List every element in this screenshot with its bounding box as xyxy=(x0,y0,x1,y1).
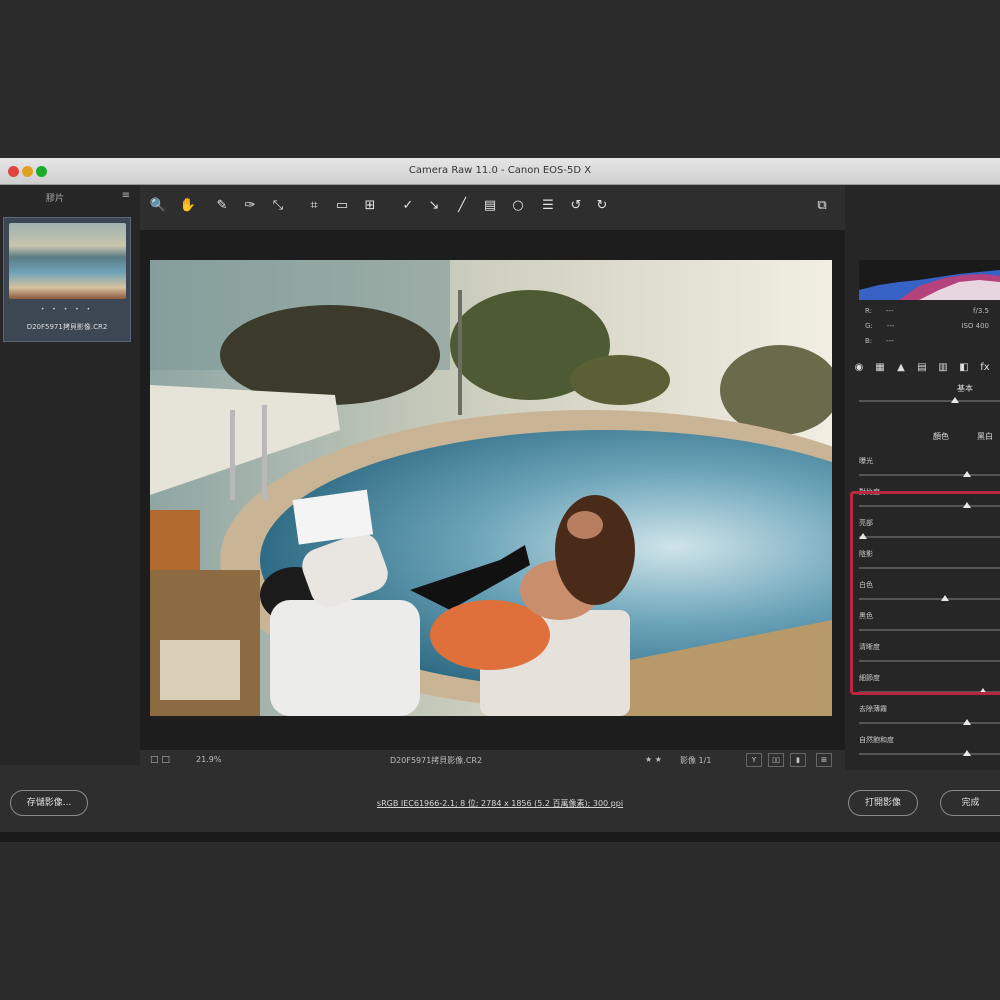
preview-file-name: D20F5971拷貝影像.CR2 xyxy=(390,756,483,765)
filmstrip-panel: 膠片 ≡ • • • • • D20F5971拷貝影像.CR2 xyxy=(0,185,140,765)
hand-tool-icon[interactable]: ✋ xyxy=(178,195,198,217)
bottom-bar: 存儲影像... sRGB IEC61966-2.1; 8 位; 2784 x 1… xyxy=(0,770,1000,832)
zoom-buttons[interactable]: □ □ xyxy=(150,755,170,765)
rotate-cw-tool-icon[interactable]: ↻ xyxy=(592,195,612,217)
panel-tabs: ◉ ▦ ▲ ▤ ▥ ◧ fx xyxy=(851,360,1000,380)
rgb-row: B: --- xyxy=(865,337,995,345)
treatment-color-option[interactable]: 顏色 xyxy=(933,431,949,442)
adjustment-panel: R: --- f/3.5 G: --- ISO 400 B: --- ◉ ▦ ▲ ▤ ▥ ◧ fx 基本 … xyxy=(845,185,1000,770)
image-count: 影像 1/1 xyxy=(680,756,712,765)
treatment-bw-option[interactable]: 黑白 xyxy=(977,431,993,442)
crop-tool-icon[interactable]: ⌗ xyxy=(304,195,324,217)
red-eye-tool-icon[interactable]: ↘ xyxy=(424,195,444,217)
view-mode-button-1[interactable]: Y xyxy=(746,753,762,767)
view-mode-button-4[interactable]: ⊞ xyxy=(816,753,832,767)
section-title: 基本 xyxy=(957,384,973,393)
thumbnail-file-name: D20F5971拷貝影像.CR2 xyxy=(26,323,108,331)
slider-track[interactable] xyxy=(859,719,1000,725)
histogram xyxy=(859,260,1000,300)
adjustment-brush-tool-icon[interactable]: ╱ xyxy=(452,195,472,217)
targeted-adjustment-tool-icon[interactable]: ⤡ xyxy=(268,195,288,217)
thumbnail-rating[interactable]: • • • • • xyxy=(4,306,130,313)
filmstrip-menu-icon[interactable]: ≡ xyxy=(122,190,130,201)
title-bar: Camera Raw 11.0 - Canon EOS-5D X xyxy=(0,158,1000,185)
transform-tool-icon[interactable]: ⊞ xyxy=(360,195,380,217)
rgb-dash: --- xyxy=(886,307,894,315)
rgb-dash: --- xyxy=(886,337,894,345)
highlight-annotation xyxy=(850,491,1000,695)
toggle-fullscreen-icon[interactable]: ⧉ xyxy=(812,195,832,217)
filmstrip-header: 膠片 ≡ xyxy=(0,185,140,207)
radial-filter-tool-icon[interactable]: ○ xyxy=(508,195,528,217)
rgb-value: f/3.5 xyxy=(973,307,989,315)
zoom-tool-icon[interactable]: 🔍 xyxy=(148,195,168,217)
detail-tab-icon[interactable]: ▲ xyxy=(893,360,909,376)
window-bottom-edge xyxy=(0,832,1000,842)
basic-tab-icon[interactable]: ◉ xyxy=(851,360,867,376)
rgb-label: R: xyxy=(865,307,873,315)
open-image-button[interactable]: 打開影像 xyxy=(848,790,918,816)
slider-track[interactable] xyxy=(859,471,1000,477)
slider-label: 自然飽和度 xyxy=(859,736,894,744)
preferences-tool-icon[interactable]: ☰ xyxy=(538,195,558,217)
rating-nav[interactable]: ★ ★ xyxy=(645,755,662,764)
rotate-ccw-tool-icon[interactable]: ↺ xyxy=(566,195,586,217)
screen: Camera Raw 11.0 - Canon EOS-5D X 膠片 ≡ • … xyxy=(0,0,1000,1000)
zoom-level-select[interactable]: 21.9% xyxy=(196,755,221,764)
white-balance-tool-icon[interactable]: ✎ xyxy=(212,195,232,217)
hsl-tab-icon[interactable]: ▤ xyxy=(914,360,930,376)
graduated-filter-tool-icon[interactable]: ▤ xyxy=(480,195,500,217)
rgb-row: G: --- ISO 400 xyxy=(865,322,995,330)
slider-thumb[interactable] xyxy=(962,719,971,725)
slider-track[interactable] xyxy=(859,750,1000,756)
rgb-row: R: --- f/3.5 xyxy=(865,307,995,315)
slider-thumb[interactable] xyxy=(962,471,971,477)
image-preview xyxy=(140,230,845,750)
rgb-dash: --- xyxy=(886,322,895,330)
slider-thumb[interactable] xyxy=(962,750,971,756)
window-title: Camera Raw 11.0 - Canon EOS-5D X xyxy=(408,165,592,176)
rgb-value: ISO 400 xyxy=(961,322,989,330)
lens-tab-icon[interactable]: ◧ xyxy=(956,360,972,376)
rgb-label: G: xyxy=(865,322,873,330)
split-toning-tab-icon[interactable]: ▥ xyxy=(935,360,951,376)
done-button[interactable]: 完成 xyxy=(940,790,1000,816)
view-mode-button-3[interactable]: ▮ xyxy=(790,753,806,767)
preview-photo[interactable] xyxy=(150,260,832,716)
color-sampler-tool-icon[interactable]: ✑ xyxy=(240,195,260,217)
divider-marker-icon xyxy=(951,397,959,403)
preview-status-bar: □ □ 21.9% D20F5971拷貝影像.CR2 ★ ★ 影像 1/1 Y … xyxy=(140,752,845,770)
slider-label: 去除薄霧 xyxy=(859,705,887,713)
tone-curve-tab-icon[interactable]: ▦ xyxy=(872,360,888,376)
filmstrip-title: 膠片 xyxy=(46,194,65,204)
filmstrip-item[interactable]: • • • • • D20F5971拷貝影像.CR2 xyxy=(3,217,131,342)
slider-label: 曝光 xyxy=(859,457,873,465)
effects-tab-icon[interactable]: fx xyxy=(977,360,993,376)
straighten-tool-icon[interactable]: ▭ xyxy=(332,195,352,217)
section-divider xyxy=(859,397,1000,403)
camera-raw-window: Camera Raw 11.0 - Canon EOS-5D X 膠片 ≡ • … xyxy=(0,158,1000,842)
thumbnail-image xyxy=(9,223,126,299)
spot-removal-tool-icon[interactable]: ✓ xyxy=(398,195,418,217)
rgb-label: B: xyxy=(865,337,873,345)
view-mode-button-2[interactable]: ▯▯ xyxy=(768,753,784,767)
